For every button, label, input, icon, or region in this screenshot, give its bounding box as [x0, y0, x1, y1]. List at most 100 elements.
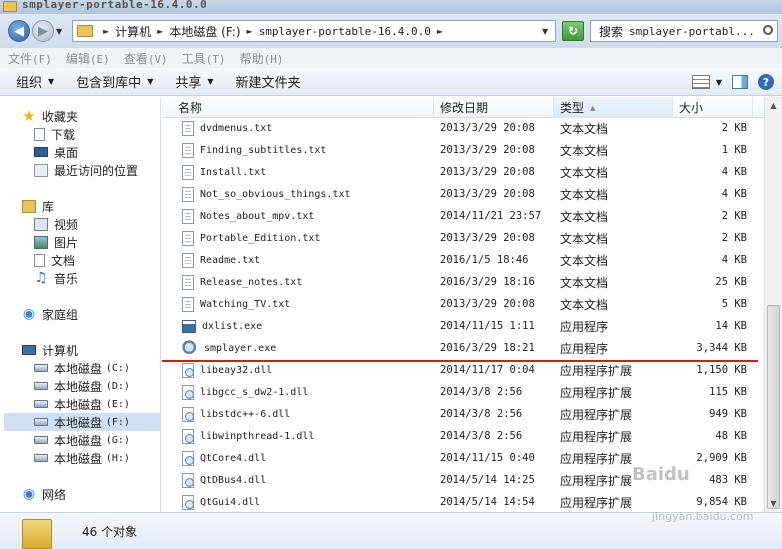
file-name-cell[interactable]: QtGui4.dll	[182, 491, 432, 512]
chevron-right-icon[interactable]: ►	[433, 27, 447, 36]
file-name-cell[interactable]: libwinpthread-1.dll	[182, 425, 432, 447]
file-row[interactable]: Watching_TV.txt 2013/3/29 20:08 文本文档 5 KB	[162, 293, 764, 315]
file-row[interactable]: Release_notes.txt 2016/3/29 18:16 文本文档 25 K…	[162, 271, 764, 293]
file-name-cell[interactable]: QtCore4.dll	[182, 447, 432, 469]
file-row[interactable]: QtCore4.dll 2014/11/15 0:40 应用程序扩展 2,909 KB	[162, 447, 764, 469]
file-type: 应用程序扩展	[560, 451, 633, 466]
file-row[interactable]: QtGui4.dll 2014/5/14 14:54 应用程序扩展 9,854 KB	[162, 491, 764, 512]
file-row[interactable]: Portable_Edition.txt 2013/3/29 20:08 文本文档 2…	[162, 227, 764, 249]
file-row[interactable]: dxlist.exe 2014/11/15 1:11 应用程序 14 KB	[162, 315, 764, 337]
nav-pictures[interactable]: 图片	[34, 233, 78, 251]
chevron-down-icon: ▼	[207, 77, 214, 86]
application-icon	[182, 340, 198, 356]
status-bar: 46 个对象	[0, 512, 782, 549]
nav-music[interactable]: ♫ 音乐	[34, 269, 78, 287]
file-type: 文本文档	[560, 143, 609, 158]
file-name-cell[interactable]: smplayer.exe	[182, 337, 432, 359]
file-name-cell[interactable]: libstdc++-6.dll	[182, 403, 432, 425]
nav-network[interactable]: ◉ 网络	[22, 485, 66, 503]
preview-pane-icon[interactable]	[732, 75, 748, 89]
file-type: 文本文档	[560, 297, 609, 312]
file-name-cell[interactable]: Install.txt	[182, 161, 432, 183]
file-row[interactable]: smplayer.exe 2016/3/29 18:21 应用程序 3,344 KB	[162, 337, 764, 359]
file-name-cell[interactable]: Finding_subtitles.txt	[182, 139, 432, 161]
file-name-cell[interactable]: Readme.txt	[182, 249, 432, 271]
file-row[interactable]: Install.txt 2013/3/29 20:08 文本文档 4 KB	[162, 161, 764, 183]
file-name-cell[interactable]: Release_notes.txt	[182, 271, 432, 293]
item-count: 46 个对象	[82, 525, 138, 539]
forward-button[interactable]: ▶	[32, 20, 54, 42]
menu-view[interactable]: 查看(V)	[124, 50, 168, 67]
history-dropdown-icon[interactable]: ▼	[56, 27, 66, 37]
nav-libraries[interactable]: 库	[22, 197, 54, 215]
menu-edit[interactable]: 编辑(E)	[66, 50, 110, 67]
file-row[interactable]: libstdc++-6.dll 2014/3/8 2:56 应用程序扩展 949 KB	[162, 403, 764, 425]
address-dropdown-icon[interactable]: ▼	[542, 27, 548, 36]
refresh-button[interactable]: ↻	[562, 21, 584, 41]
share-button[interactable]: 共享 ▼	[175, 72, 213, 91]
file-name: Finding_subtitles.txt	[200, 144, 327, 156]
breadcrumb-folder[interactable]: smplayer-portable-16.4.0.0	[257, 25, 433, 38]
menu-tools[interactable]: 工具(T)	[182, 50, 226, 67]
breadcrumb-drive[interactable]: 本地磁盘 (F:)	[167, 23, 242, 40]
chevron-down-icon[interactable]: ▼	[716, 78, 722, 87]
nav-videos[interactable]: 视频	[34, 215, 78, 233]
scroll-up-icon[interactable]: ▲	[765, 97, 782, 114]
file-name-cell[interactable]: Notes_about_mpv.txt	[182, 205, 432, 227]
nav-computer[interactable]: 计算机	[22, 341, 78, 359]
column-size[interactable]: 大小	[673, 97, 753, 118]
back-button[interactable]: ◀	[8, 20, 30, 42]
file-row[interactable]: dvdmenus.txt 2013/3/29 20:08 文本文档 2 KB	[162, 117, 764, 139]
file-row[interactable]: Notes_about_mpv.txt 2014/11/21 23:57 文本文档 2…	[162, 205, 764, 227]
file-row[interactable]: libeay32.dll 2014/11/17 0:04 应用程序扩展 1,150 K…	[162, 359, 764, 381]
help-icon[interactable]: ?	[758, 74, 774, 90]
file-row[interactable]: libgcc_s_dw2-1.dll 2014/3/8 2:56 应用程序扩展 115…	[162, 381, 764, 403]
nav-drive-g[interactable]: 本地磁盘 (G:)	[34, 431, 130, 449]
nav-homegroup[interactable]: ◉ 家庭组	[22, 305, 78, 323]
file-row[interactable]: libwinpthread-1.dll 2014/3/8 2:56 应用程序扩展 48…	[162, 425, 764, 447]
file-name-cell[interactable]: dxlist.exe	[182, 315, 432, 337]
text-file-icon	[182, 186, 194, 202]
menu-help[interactable]: 帮助(H)	[240, 50, 284, 67]
chevron-right-icon[interactable]: ►	[153, 27, 167, 36]
search-input[interactable]: 搜索 smplayer-portabl...	[590, 20, 778, 42]
nav-drive-d[interactable]: 本地磁盘 (D:)	[34, 377, 130, 395]
include-in-library-button[interactable]: 包含到库中 ▼	[76, 72, 153, 91]
chevron-right-icon[interactable]: ►	[99, 27, 113, 36]
nav-drive-h[interactable]: 本地磁盘 (H:)	[34, 449, 130, 467]
menu-file[interactable]: 文件(F)	[8, 50, 52, 67]
chevron-right-icon[interactable]: ►	[243, 27, 257, 36]
nav-favorites[interactable]: ★ 收藏夹	[22, 107, 78, 125]
breadcrumb-computer[interactable]: 计算机	[113, 23, 153, 40]
column-modified[interactable]: 修改日期	[434, 97, 554, 118]
file-name-cell[interactable]: libeay32.dll	[182, 359, 432, 381]
file-row[interactable]: Not_so_obvious_things.txt 2013/3/29 20:08…	[162, 183, 764, 205]
file-name-cell[interactable]: Not_so_obvious_things.txt	[182, 183, 432, 205]
column-type[interactable]: 类型 ▲	[554, 97, 673, 118]
scroll-down-icon[interactable]: ▼	[765, 495, 782, 512]
file-name-cell[interactable]: dvdmenus.txt	[182, 117, 432, 139]
vertical-scrollbar[interactable]: ▲ ▼	[764, 97, 782, 512]
nav-drive-f[interactable]: 本地磁盘 (F:)	[4, 413, 160, 431]
file-row[interactable]: Readme.txt 2016/1/5 18:46 文本文档 4 KB	[162, 249, 764, 271]
organize-button[interactable]: 组织 ▼	[16, 72, 54, 91]
column-name[interactable]: 名称	[172, 97, 434, 118]
nav-recent[interactable]: 最近访问的位置	[34, 161, 138, 179]
nav-desktop[interactable]: 桌面	[34, 143, 78, 161]
file-row[interactable]: QtDBus4.dll 2014/5/14 14:25 应用程序扩展 483 KB	[162, 469, 764, 491]
file-name-cell[interactable]: Watching_TV.txt	[182, 293, 432, 315]
search-icon[interactable]	[763, 25, 773, 35]
nav-drive-e[interactable]: 本地磁盘 (E:)	[34, 395, 130, 413]
nav-documents[interactable]: 文档	[34, 251, 75, 269]
file-row[interactable]: Finding_subtitles.txt 2013/3/29 20:08 文本文档…	[162, 139, 764, 161]
new-folder-button[interactable]: 新建文件夹	[236, 72, 301, 91]
file-name-cell[interactable]: libgcc_s_dw2-1.dll	[182, 381, 432, 403]
address-bar[interactable]: ► 计算机 ► 本地磁盘 (F:) ► smplayer-portable-16…	[72, 20, 556, 42]
nav-downloads[interactable]: 下载	[34, 125, 75, 143]
scrollbar-thumb[interactable]	[767, 305, 780, 509]
file-name-cell[interactable]: Portable_Edition.txt	[182, 227, 432, 249]
view-options-icon[interactable]	[691, 75, 710, 89]
file-name-cell[interactable]: QtDBus4.dll	[182, 469, 432, 491]
nav-drive-c[interactable]: 本地磁盘 (C:)	[34, 359, 130, 377]
file-date: 2014/3/8 2:56	[440, 430, 523, 442]
